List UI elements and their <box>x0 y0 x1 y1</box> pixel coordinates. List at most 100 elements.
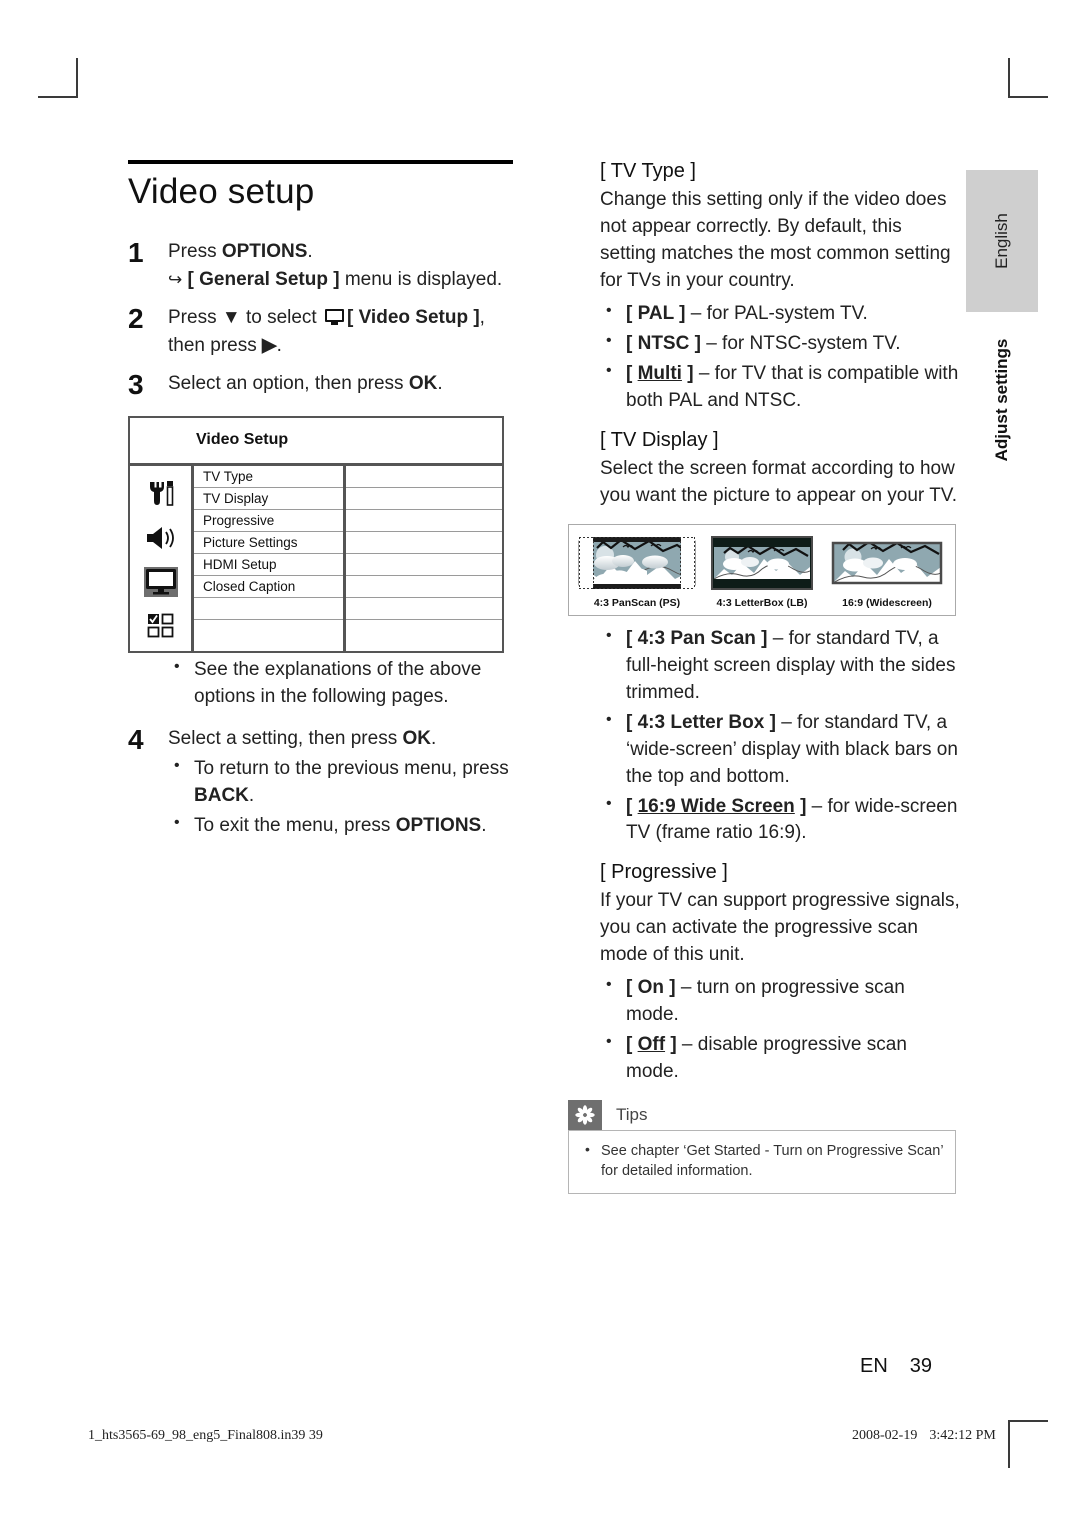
manual-page: Video setup 1 Press OPTIONS. ↪ [ General… <box>0 0 1080 1524</box>
menu-row[interactable]: TV Type <box>194 466 343 488</box>
tips-box: Tips See chapter ‘Get Started - Turn on … <box>568 1100 956 1195</box>
option-label: [ Off ] <box>626 1034 677 1056</box>
video-setup-tv-icon <box>325 309 344 326</box>
menu-value-row <box>346 510 502 532</box>
option-label-underlined: Multi <box>637 362 682 384</box>
list-item-pre: To exit the menu, press <box>194 815 396 837</box>
tv-display-heading: [ TV Display ] <box>600 428 719 451</box>
step-2-number: 2 <box>128 303 144 335</box>
option-label: [ On ] <box>626 977 676 999</box>
list-item: To exit the menu, press OPTIONS. <box>168 812 514 840</box>
figure-caption: 4:3 LetterBox (LB) <box>716 596 808 609</box>
option-label: [ 4:3 Letter Box ] <box>626 711 776 733</box>
tv-display-options: [ 4:3 Pan Scan ] – for standard TV, a fu… <box>600 625 962 848</box>
widescreen-scene <box>827 535 947 591</box>
step-4: 4 Select a setting, then press OK. To re… <box>128 724 514 840</box>
menu-value-row <box>346 532 502 554</box>
step-3-number: 3 <box>128 369 144 401</box>
video-setup-menu-header: Video Setup <box>130 418 502 466</box>
option-label-underlined: Off <box>637 1034 666 1056</box>
right-column: [ TV Type ] Change this setting only if … <box>568 160 962 1195</box>
list-item: [ 4:3 Pan Scan ] – for standard TV, a fu… <box>600 625 962 707</box>
menu-value-row <box>346 620 502 642</box>
step-4-pre: Select a setting, then press <box>168 727 403 749</box>
option-label: [ 4:3 Pan Scan ] <box>626 627 768 649</box>
video-setup-menu-body: TV Type TV Display Progressive Picture S… <box>130 465 502 651</box>
title-rule <box>128 160 513 164</box>
language-side-tab: English <box>966 170 1038 312</box>
step-2-menu-name: [ Video Setup ] <box>347 307 480 329</box>
step-1-options-key: OPTIONS <box>221 241 308 262</box>
crop-mark-top-left <box>38 58 78 98</box>
preference-setup-checkbox-icon[interactable] <box>130 604 191 648</box>
menu-value-row <box>346 576 502 598</box>
option-label: [ Multi ] <box>626 362 694 384</box>
figure-caption: 16:9 (Widescreen) <box>842 596 932 609</box>
video-setup-option-list: TV Type TV Display Progressive Picture S… <box>194 465 346 651</box>
folio: EN 39 <box>860 1355 932 1378</box>
audio-setup-speaker-icon[interactable] <box>130 516 191 560</box>
menu-value-row <box>346 598 502 620</box>
tv-display-figure-cell-panscan: 4:3 PanScan (PS) <box>577 535 697 609</box>
section-side-label: Adjust settings <box>966 330 1038 470</box>
arrow-right-icon: ▶ <box>262 334 277 356</box>
menu-value-row <box>346 488 502 510</box>
menu-row <box>194 620 343 642</box>
list-item: See chapter ‘Get Started - Turn on Progr… <box>581 1140 943 1181</box>
folio-language: EN <box>860 1355 888 1377</box>
menu-row[interactable]: HDMI Setup <box>194 554 343 576</box>
crop-mark-top-right <box>1008 58 1048 98</box>
step-1-result-menu: [ General Setup ] <box>187 268 340 290</box>
step-4-post: . <box>430 727 437 749</box>
list-item: [ On ] – turn on progressive scan mode. <box>600 974 962 1029</box>
list-item: [ Off ] – disable progressive scan mode. <box>600 1031 962 1086</box>
folio-page-number: 39 <box>909 1355 933 1377</box>
option-desc: – for NTSC-system TV. <box>700 332 901 354</box>
imprint-time: 3:42:12 PM <box>929 1428 996 1443</box>
menu-value-row <box>346 466 502 488</box>
option-label-underlined: 16:9 Wide Screen <box>637 795 795 817</box>
step-4-number: 4 <box>128 723 144 755</box>
option-label: [ 16:9 Wide Screen ] <box>626 795 807 817</box>
tips-label: Tips <box>616 1105 648 1125</box>
step-1: 1 Press OPTIONS. ↪ [ General Setup ] men… <box>128 237 514 293</box>
menu-value-row <box>346 554 502 576</box>
option-desc: – for PAL-system TV. <box>685 302 868 324</box>
step-2-part4: . <box>276 334 282 356</box>
step-3-notes: See the explanations of the above option… <box>128 656 514 711</box>
step-3-ok-key: OK <box>408 373 438 395</box>
general-setup-tools-icon[interactable] <box>130 472 191 516</box>
step-2-part1: Press <box>168 307 222 329</box>
step-2-part2: to select <box>240 307 322 329</box>
menu-row[interactable]: TV Display <box>194 488 343 510</box>
step-1-lead: Press <box>168 241 222 262</box>
tv-type-body: Change this setting only if the video do… <box>600 189 951 291</box>
menu-row[interactable]: Picture Settings <box>194 532 343 554</box>
section-side-label-text: Adjust settings <box>992 338 1011 462</box>
tv-type-heading: [ TV Type ] <box>600 160 696 182</box>
step-4-notes: To return to the previous menu, press BA… <box>168 755 514 840</box>
imprint-date: 2008-02-19 <box>852 1428 918 1443</box>
step-1-tail: . <box>307 241 313 262</box>
video-setup-tv-icon[interactable] <box>130 560 191 604</box>
list-item-post: . <box>481 815 487 837</box>
back-key: BACK <box>194 785 249 807</box>
list-item: [ Multi ] – for TV that is compatible wi… <box>600 360 962 415</box>
crop-mark-bottom-right <box>1008 1420 1048 1468</box>
step-1-result-tail: menu is displayed. <box>339 268 503 290</box>
list-item: [ 4:3 Letter Box ] – for standard TV, a … <box>600 709 962 791</box>
video-setup-menu-figure: Video Setup TV Type TV Display Progressi… <box>128 415 504 653</box>
step-3-pre: Select an option, then press <box>168 373 409 395</box>
menu-row[interactable]: Progressive <box>194 510 343 532</box>
video-setup-menu-icon-rail <box>130 465 194 651</box>
step-3-post: . <box>437 373 443 395</box>
options-key: OPTIONS <box>395 815 482 837</box>
imprint-filename: 1_hts3565-69_98_eng5_Final808.in39 39 <box>88 1428 323 1443</box>
imprint-timestamp: 2008-02-19 3:42:12 PM <box>852 1428 996 1444</box>
letterbox-scene <box>702 535 822 591</box>
menu-row[interactable]: Closed Caption <box>194 576 343 598</box>
video-setup-value-list <box>346 466 502 651</box>
step-4-ok-key: OK <box>402 727 431 749</box>
language-side-tab-label: English <box>992 213 1011 269</box>
list-item: [ NTSC ] – for NTSC-system TV. <box>600 330 962 358</box>
